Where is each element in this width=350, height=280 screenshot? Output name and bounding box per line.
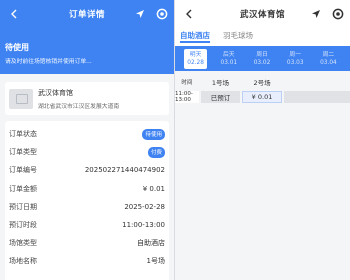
target-icon [332,8,343,19]
date-value: 03.01 [220,59,238,66]
date-day: 后天 [223,51,235,58]
page-title: 武汉体育馆 [239,10,285,20]
date-item[interactable]: 后天 03.01 [217,49,240,69]
status-banner: 待使用 请及时前往场馆核销并使用订单... [0,28,174,74]
table-row: 11:00-13:00 已预订 ¥ 0.01 [175,91,350,103]
nav-bar: 订单详情 [0,0,174,28]
venue-thumbnail [9,88,33,109]
location-arrow-icon [311,9,320,18]
status-title: 待使用 [5,43,29,52]
location-arrow-icon [135,9,144,18]
slot-cell-booked: 已预订 [200,91,241,103]
detail-label: 场地名称 [9,257,37,266]
detail-label: 订单编号 [9,166,37,175]
slot-cell-available[interactable]: ¥ 0.01 [242,91,282,103]
chevron-left-icon [186,9,192,19]
date-day: 周一 [289,51,302,58]
detail-label: 预订时段 [9,221,37,230]
date-item[interactable]: 周二 03.04 [317,49,340,69]
booking-slot: 11:00-13:00 [122,221,165,230]
detail-row-status: 订单状态 待使用 [9,125,165,143]
order-number: 2025022714404749​02 [84,166,165,175]
chevron-left-icon [11,9,17,19]
detail-row-amount: 订单金额 ¥ 0.01 [9,180,165,198]
back-button[interactable] [182,7,196,21]
court-schedule-grid: 时间 1号场 2号场 11:00-13:00 已预订 ¥ 0.01 [175,75,350,103]
date-day: 明天 [189,51,202,58]
nav-bar: 武汉体育馆 [175,0,350,28]
detail-label: 订单金额 [9,184,37,193]
page-title: 订单详情 [68,10,105,20]
venue-address: 湖北省武汉市江汉区发展大道南 [38,103,120,110]
venue-name: 武汉体育馆 [38,88,73,97]
slot-cell-empty [283,91,350,103]
locate-button[interactable] [133,7,146,20]
tab-badminton[interactable]: 羽毛球场 [223,28,253,41]
detail-row-order-no: 订单编号 2025022714404749​02 [9,161,165,179]
date-item[interactable]: 明天 02.28 [184,48,208,69]
date-value: 03.02 [253,59,271,66]
grid-header: 时间 1号场 2号场 [175,75,350,89]
header-court-2: 2号场 [242,75,282,89]
date-day: 周二 [322,51,335,58]
date-item[interactable]: 周日 03.02 [250,49,273,69]
venue-booking-screen: 武汉体育馆 自助酒店 羽毛球场 明天 02.28 后天 03.01 周日 03.… [175,0,350,280]
detail-row-court: 场地名称 1号场 [9,252,165,270]
detail-label: 场馆类型 [9,239,37,248]
date-day: 周日 [256,51,268,58]
tab-self-hotel[interactable]: 自助酒店 [180,28,210,43]
date-selector: 明天 02.28 后天 03.01 周日 03.02 周一 03.03 周二 0… [175,46,350,71]
venue-card[interactable]: 武汉体育馆 湖北省武汉市江汉区发展大道南 [5,82,169,115]
detail-label: 订单类型 [9,148,37,157]
target-icon [156,8,167,19]
order-detail-screen: 订单详情 待使用 请及时前往场馆核销并使用订单... 武汉体育馆 湖北省武汉市江… [0,0,174,280]
detail-row-date: 预订日期 2025-02-28 [9,198,165,216]
detail-label: 预订日期 [9,202,37,211]
header-court-1: 1号场 [200,75,241,89]
category-tabs: 自助酒店 羽毛球场 [175,28,350,48]
booking-date: 2025-02-28 [124,202,165,211]
back-button[interactable] [7,7,21,21]
order-amount: ¥ 0.01 [142,184,165,193]
detail-row-type: 订单类型 付费 [9,143,165,161]
target-button[interactable] [331,7,344,20]
slot-time: 11:00-13:00 [175,91,199,103]
header-court-3 [283,75,350,89]
header-time: 时间 [175,75,199,89]
status-badge: 待使用 [142,128,165,140]
date-value: 03.04 [320,59,337,66]
order-detail-card: 订单状态 待使用 订单类型 付费 订单编号 2025022714404749​0… [5,121,169,280]
status-hint: 请及时前往场馆核销并使用订单... [5,59,92,65]
date-value: 02.28 [187,59,204,66]
detail-row-slot: 预订时段 11:00-13:00 [9,216,165,234]
court-name: 1号场 [146,257,165,266]
date-item[interactable]: 周一 03.03 [284,49,307,69]
date-value: 03.03 [286,59,304,66]
detail-row-venue-type: 场馆类型 自助酒店 [9,234,165,252]
type-badge: 付费 [147,146,165,158]
locate-button[interactable] [309,7,322,20]
detail-label: 订单状态 [9,130,37,139]
target-button[interactable] [155,7,168,20]
venue-type: 自助酒店 [137,239,165,248]
